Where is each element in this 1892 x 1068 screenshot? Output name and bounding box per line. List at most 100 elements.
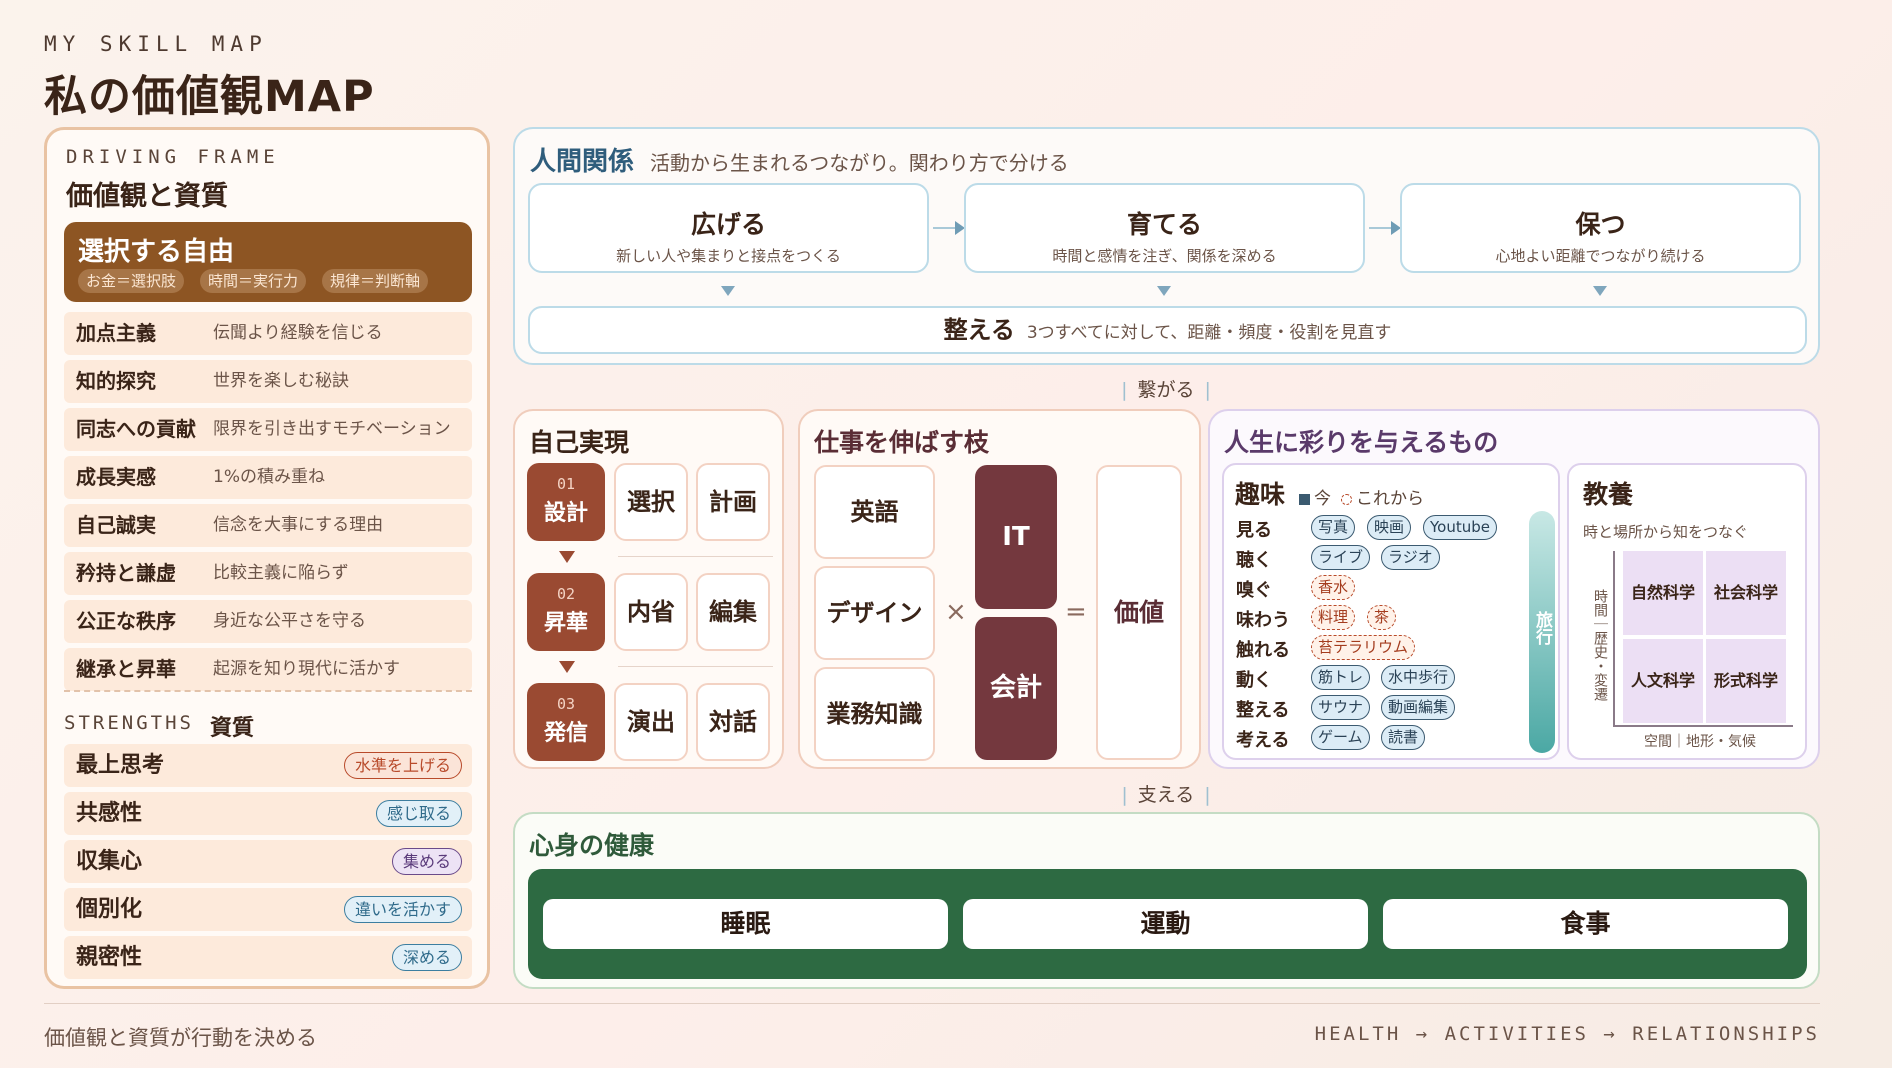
space-axis-label: 空間｜地形・気候 — [1644, 734, 1756, 750]
step-number: 03 — [556, 695, 576, 713]
value-name: 矜持と謙虚 — [76, 561, 176, 585]
sense-label: 見る — [1236, 520, 1272, 541]
step-number: 02 — [556, 585, 576, 603]
connector-label: 支える — [1137, 784, 1195, 806]
sense-label: 味わう — [1236, 610, 1290, 631]
relationships-title: 人間関係 — [530, 147, 635, 177]
value-row: 継承と昇華 起源を知り現代に活かす — [64, 648, 472, 691]
header-eyebrow: MY SKILL MAP — [44, 32, 268, 56]
connector-connect: | 繋がる | — [1121, 379, 1211, 401]
arrange-title: 整える — [943, 316, 1015, 344]
travel-bar: 旅行 — [1529, 511, 1555, 753]
core-skill-it: IT — [975, 465, 1057, 609]
value-desc: 比較主義に陥らず — [213, 563, 349, 583]
strength-row: 個別化 違いを活かす — [64, 888, 472, 931]
self-item: 編集 — [696, 573, 770, 651]
value-name: 自己誠実 — [76, 513, 156, 537]
strength-badge: 違いを活かす — [343, 896, 462, 923]
arrow-down-icon — [559, 551, 575, 563]
relationship-card-expand: 広げる新しい人や集まりと接点をつくる — [528, 183, 929, 273]
value-name: 同志への貢献 — [76, 417, 196, 441]
footer-caption: 価値観と資質が行動を決める — [44, 1026, 317, 1050]
multiply-icon: × — [945, 597, 967, 627]
strength-badge: 感じ取る — [375, 800, 462, 827]
relationship-card-sub: 新しい人や集まりと接点をつくる — [616, 247, 841, 265]
science-cell: 人文科学 — [1623, 639, 1703, 723]
sense-label: 触れる — [1236, 640, 1290, 661]
strength-name: 個別化 — [76, 897, 143, 922]
step-number: 01 — [556, 475, 576, 493]
sense-label: 動く — [1236, 670, 1272, 691]
arrow-down-icon — [721, 286, 735, 296]
self-item: 選択 — [614, 463, 688, 541]
sense-label: 整える — [1236, 700, 1290, 721]
arrow-right-icon — [1369, 221, 1401, 235]
value-desc: 身近な公平さを守る — [213, 611, 366, 631]
hobby-tag: 茶 — [1367, 605, 1397, 630]
sense-label: 考える — [1236, 730, 1290, 751]
relationship-card-nurture: 育てる 時間と感情を注ぎ、関係を深める — [964, 183, 1365, 273]
value-desc: 起源を知り現代に活かす — [213, 659, 400, 679]
freedom-chip: お金＝選択肢 — [78, 269, 185, 293]
hobby-legend: 今 これから — [1299, 484, 1424, 509]
work-branch-panel: 仕事を伸ばす枝 英語 デザイン 業務知識 × IT 会計 = 価値 — [798, 409, 1201, 769]
divider-line — [618, 666, 773, 667]
health-item-exercise: 運動 — [963, 899, 1368, 949]
strengths-eyebrow: STRENGTHS — [64, 712, 194, 734]
self-realization-panel: 自己実現 01 設計 選択 計画 02 昇華 内省 編集 03 発信 演出 対話 — [513, 409, 784, 769]
hobby-tag: サウナ — [1311, 695, 1371, 720]
arrow-down-icon — [559, 661, 575, 673]
panel-divider — [64, 690, 472, 692]
time-axis-label: 時間｜歴史・変遷 — [1592, 589, 1608, 701]
strength-row: 共感性 感じ取る — [64, 792, 472, 835]
equals-icon: = — [1065, 597, 1087, 627]
hobby-tag: 料理 — [1311, 605, 1356, 630]
hobby-tag: 香水 — [1311, 575, 1356, 600]
divider-line — [618, 556, 773, 557]
work-skill: デザイン — [814, 566, 935, 660]
arrange-bar: 整える 3つすべてに対して、距離・頻度・役割を見直す — [528, 306, 1807, 354]
strength-row: 親密性 深める — [64, 936, 472, 979]
travel-label: 旅行 — [1532, 611, 1552, 645]
hobby-tag: 水中歩行 — [1381, 665, 1456, 690]
arrow-down-icon — [1593, 286, 1607, 296]
arrow-right-icon — [933, 221, 965, 235]
self-item: 計画 — [696, 463, 770, 541]
legend-future-icon — [1341, 494, 1352, 505]
value-desc: 信念を大事にする理由 — [213, 515, 384, 535]
work-skill: 業務知識 — [814, 667, 935, 761]
strength-badge: 深める — [391, 944, 462, 971]
value-row: 加点主義 伝聞より経験を信じる — [64, 312, 472, 355]
hobby-tag: 読書 — [1381, 725, 1426, 750]
values-panel-title: 価値観と資質 — [66, 181, 228, 212]
value-desc: 世界を楽しむ秘訣 — [213, 371, 349, 391]
hobby-tag: 動画編集 — [1381, 695, 1456, 720]
legend-future-label: これから — [1356, 489, 1424, 509]
relationships-subtitle: 活動から生まれるつながり。関わり方で分ける — [650, 151, 1069, 175]
relationship-card-title: 広げる — [690, 210, 766, 239]
sense-label: 嗅ぐ — [1236, 580, 1272, 601]
value-desc: 1%の積み重ね — [213, 467, 325, 487]
step-label: 設計 — [543, 501, 588, 526]
science-cell: 形式科学 — [1706, 639, 1786, 723]
value-name: 知的探究 — [76, 369, 156, 393]
strength-name: 収集心 — [76, 849, 143, 874]
values-strengths-panel: DRIVING FRAME 価値観と資質 選択する自由 お金＝選択肢 時間＝実行… — [44, 127, 490, 989]
arrange-sub: 3つすべてに対して、距離・頻度・役割を見直す — [1026, 323, 1392, 343]
driving-frame-eyebrow: DRIVING FRAME — [66, 146, 280, 168]
relationship-card-sub: 時間と感情を注ぎ、関係を深める — [1052, 247, 1277, 265]
strength-name: 最上思考 — [76, 753, 165, 778]
y-axis-line — [1613, 551, 1615, 726]
culture-card: 教養 時と場所から知をつなぐ 時間｜歴史・変遷 自然科学 社会科学 人文科学 形… — [1567, 463, 1807, 760]
arrow-down-icon — [1157, 286, 1171, 296]
strength-name: 親密性 — [76, 945, 143, 970]
step-design: 01 設計 — [527, 463, 605, 541]
freedom-chip: 時間＝実行力 — [200, 269, 307, 293]
hobby-tag: 筋トレ — [1311, 665, 1371, 690]
hobby-tag: 映画 — [1367, 515, 1412, 540]
core-skill-accounting: 会計 — [975, 617, 1057, 760]
work-result-value: 価値 — [1096, 465, 1182, 760]
hobby-card: 趣味 今これから 見る 写真 映画 Youtube 聴く ライブ ラジオ 嗅ぐ … — [1222, 463, 1560, 760]
self-item: 内省 — [614, 573, 688, 651]
hobby-title: 趣味 — [1235, 480, 1286, 509]
